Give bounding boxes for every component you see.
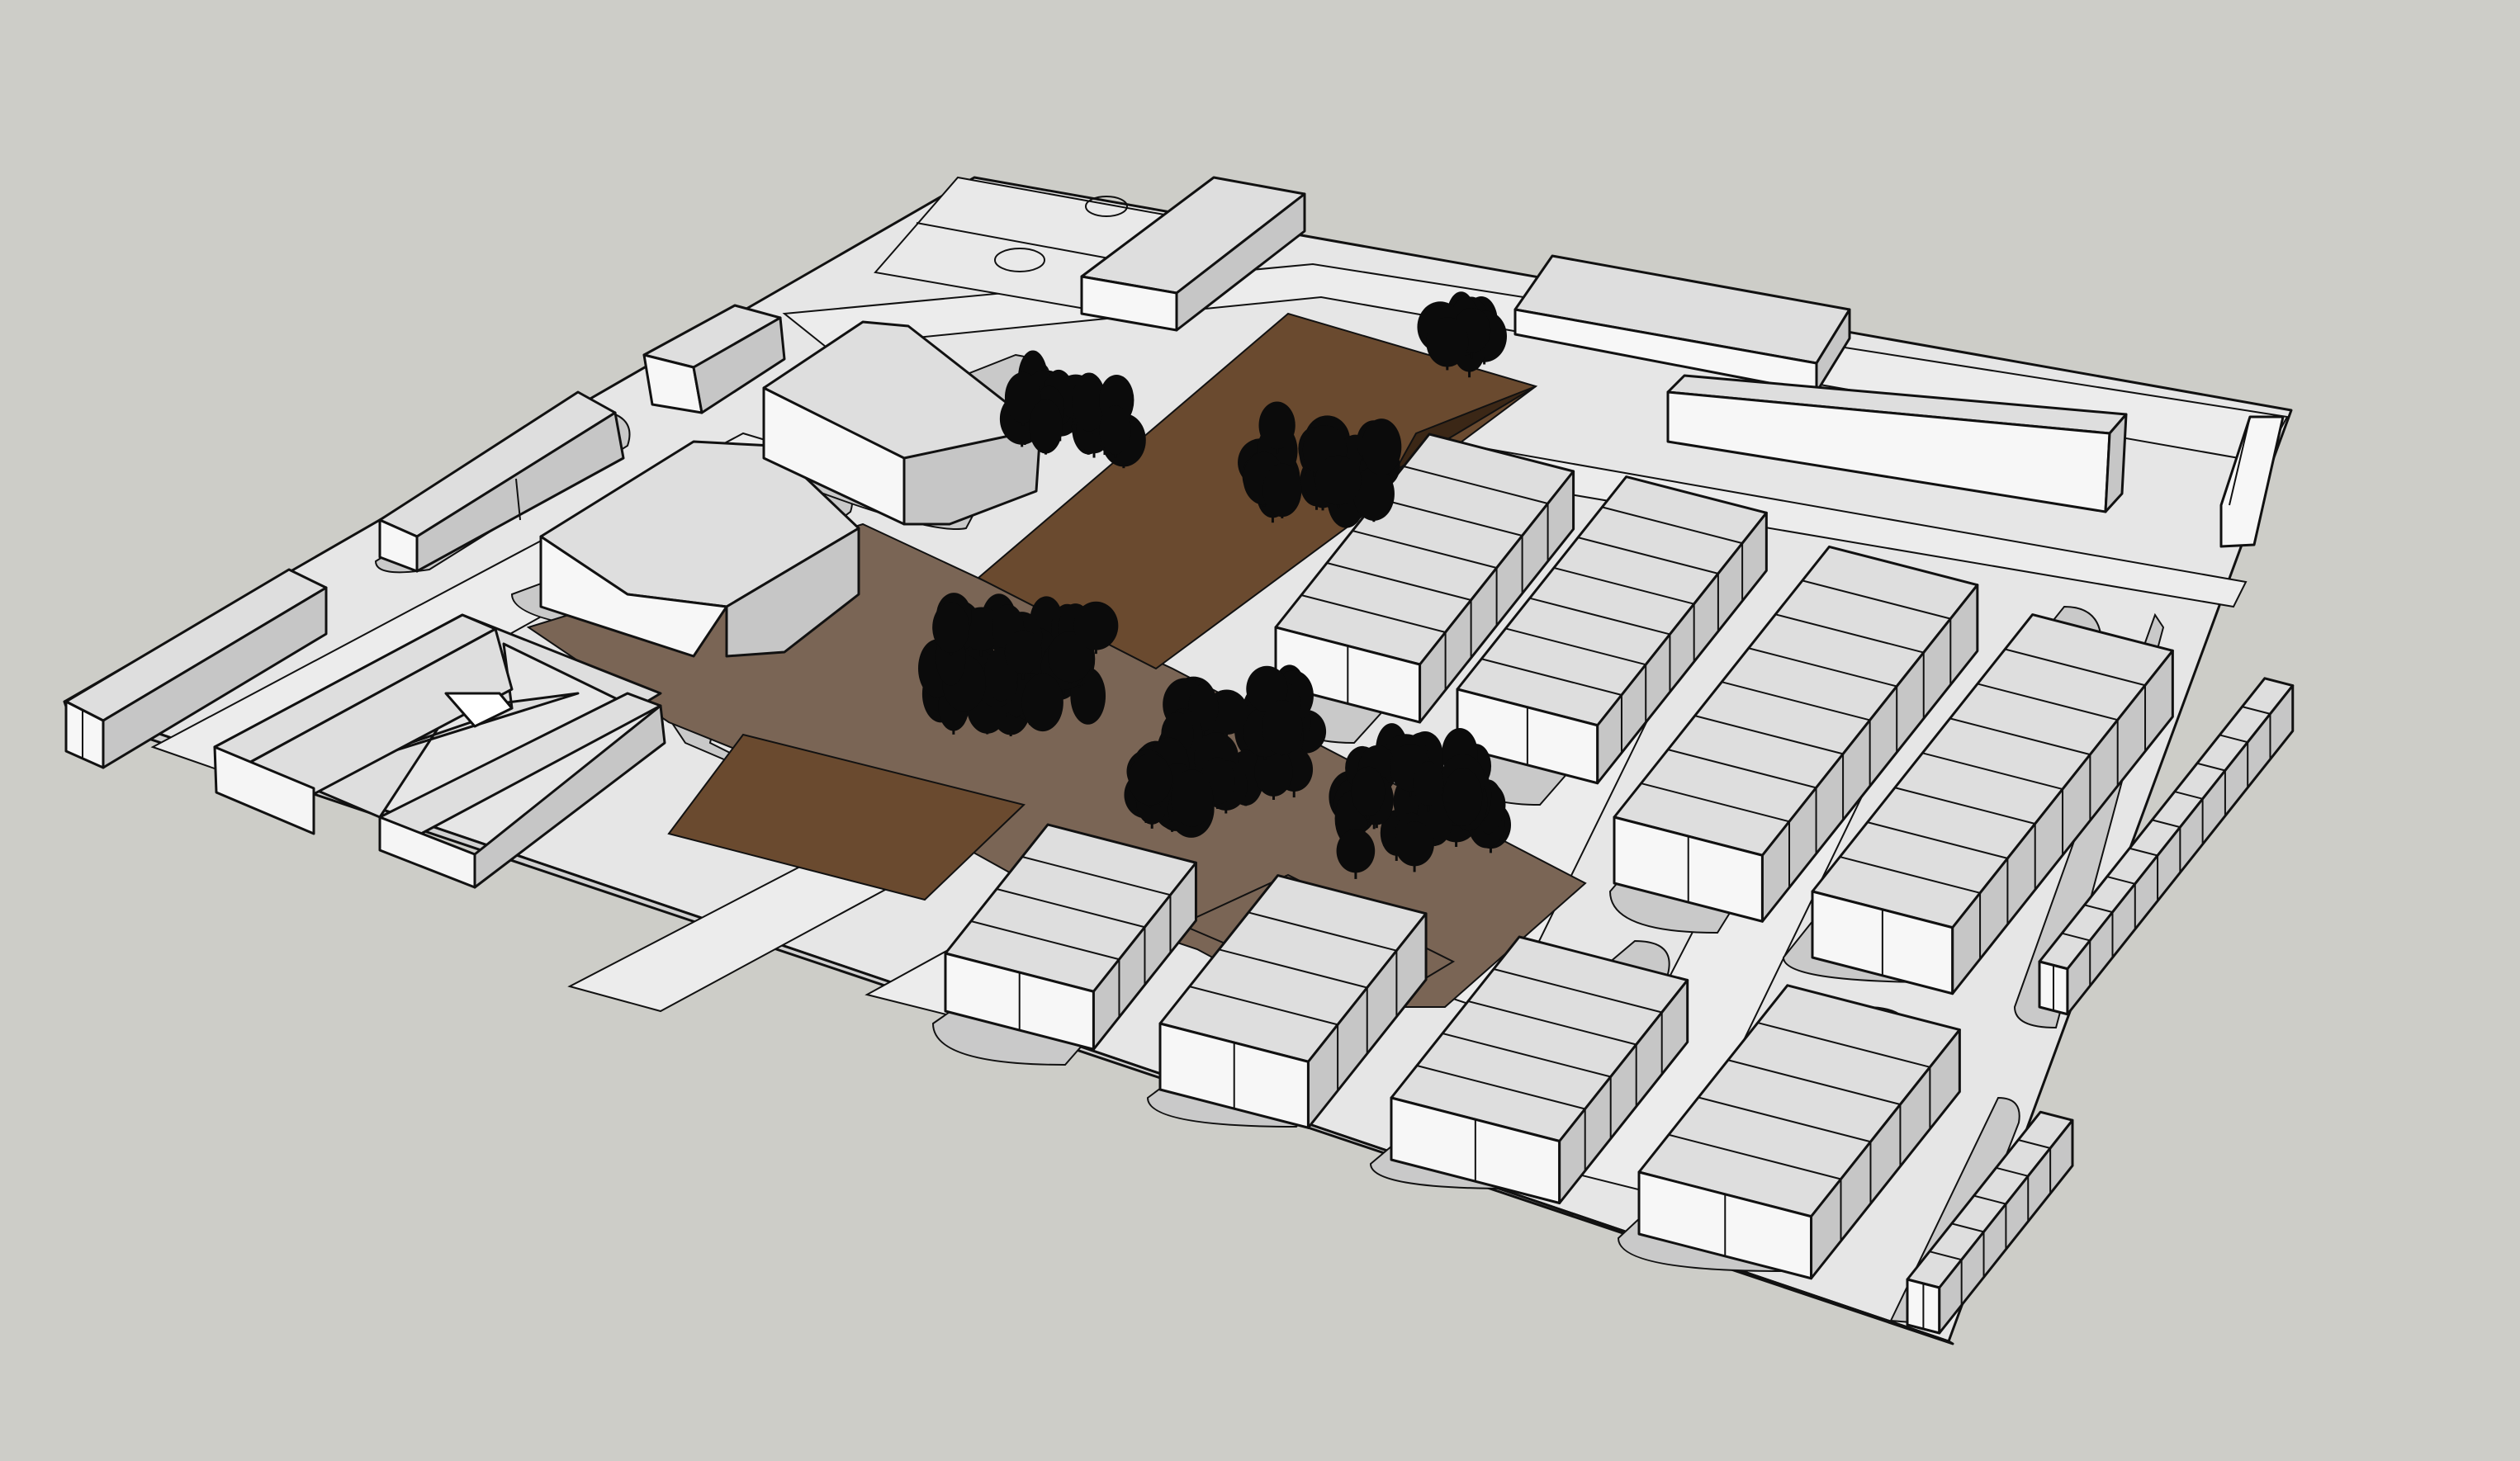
tree-canopy <box>1004 630 1042 674</box>
trees-central-row <box>917 593 1119 737</box>
tree-canopy <box>1351 766 1386 816</box>
tree-canopy <box>932 602 970 653</box>
tree-canopy <box>1171 769 1214 827</box>
tree-canopy <box>1073 601 1119 650</box>
tree-canopy <box>1361 418 1402 475</box>
urban-block-model <box>63 176 2295 1345</box>
tree-canopy <box>1314 455 1362 505</box>
tree-canopy <box>1099 405 1131 455</box>
tree-canopy <box>1395 821 1434 867</box>
tree-canopy <box>1262 699 1303 755</box>
tree-canopy <box>1029 399 1063 454</box>
tree-canopy <box>1426 317 1469 367</box>
tree-canopy <box>1262 463 1302 518</box>
tree-canopy <box>1413 761 1444 806</box>
tree-canopy <box>1021 673 1063 732</box>
3d-model-viewport[interactable] <box>0 0 2520 1461</box>
tree-canopy <box>1128 753 1172 806</box>
tree-canopy <box>1336 829 1376 873</box>
tree-canopy <box>1258 401 1296 450</box>
tree-canopy <box>1442 768 1483 826</box>
